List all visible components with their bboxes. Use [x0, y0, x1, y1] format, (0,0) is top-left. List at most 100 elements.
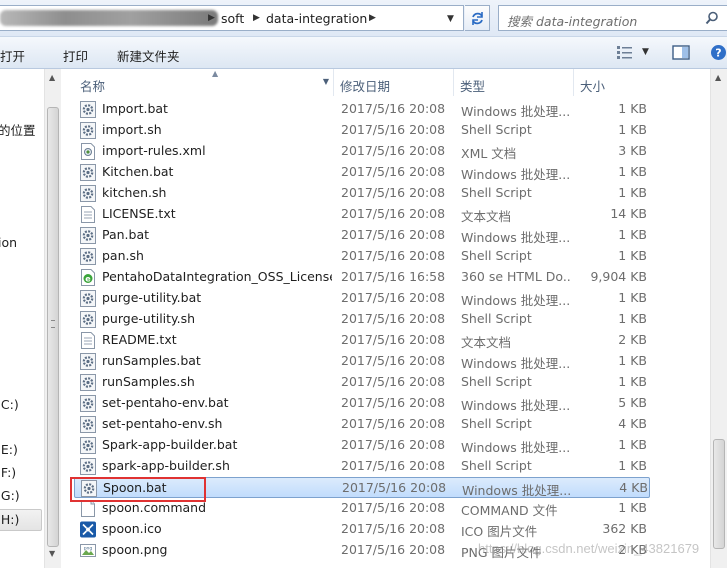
file-date: 2017/5/16 20:08 — [341, 185, 446, 200]
file-date: 2017/5/16 20:08 — [341, 437, 446, 452]
scroll-up-icon[interactable]: ▲ — [715, 73, 721, 82]
column-header-size-label: 大小 — [580, 79, 606, 94]
table-row[interactable]: Kitchen.bat 2017/5/16 20:08 Windows 批处理...… — [74, 162, 650, 183]
breadcrumb-chevron-icon[interactable]: ▶ — [369, 13, 376, 23]
file-type: XML 文档 — [461, 146, 517, 161]
file-type: ICO 图片文件 — [461, 524, 538, 539]
refresh-button[interactable] — [465, 5, 490, 31]
scroll-up-icon[interactable]: ▲ — [49, 73, 55, 82]
column-header-name[interactable]: 名称 ▲ ▼ — [74, 69, 334, 96]
nav-item-drive-h[interactable]: (H:) — [0, 512, 19, 527]
breadcrumb-soft[interactable]: soft — [221, 11, 244, 26]
sh-gear-icon — [80, 185, 96, 202]
nav-item-collection[interactable]: ion — [0, 235, 17, 250]
sh-gear-icon — [80, 458, 96, 475]
file-size: 2 KB — [618, 332, 647, 347]
table-row[interactable]: runSamples.bat 2017/5/16 20:08 Windows 批处理… — [74, 351, 650, 372]
file-list-scroll-thumb[interactable] — [713, 439, 725, 549]
nav-item-drive-f[interactable]: (F:) — [0, 465, 16, 480]
file-type: COMMAND 文件 — [461, 503, 558, 518]
bat-gear-icon — [80, 395, 96, 412]
table-row[interactable]: kitchen.sh 2017/5/16 20:08 Shell Script 1 K… — [74, 183, 650, 204]
address-field[interactable]: ▶ soft ▶ data-integration ▶ ▼ — [0, 5, 464, 31]
nav-scroll-thumb[interactable] — [47, 107, 59, 547]
table-row[interactable]: spoon.ico 2017/5/16 20:08 ICO 图片文件 362 KB — [74, 519, 650, 540]
column-filter-dropdown-icon[interactable]: ▼ — [323, 77, 329, 86]
column-header-size[interactable]: 大小 — [574, 69, 654, 96]
breadcrumb-data-integration[interactable]: data-integration — [266, 11, 367, 26]
table-row[interactable]: spark-app-builder.sh 2017/5/16 20:08 Shell… — [74, 456, 650, 477]
file-name: purge-utility.bat — [102, 290, 202, 305]
file-date: 2017/5/16 20:08 — [341, 164, 446, 179]
table-row[interactable]: import-rules.xml 2017/5/16 20:08 XML 文档 3 K… — [74, 141, 650, 162]
file-date: 2017/5/16 20:08 — [341, 311, 446, 326]
help-icon[interactable]: ? — [710, 44, 727, 61]
scroll-down-icon[interactable]: ▼ — [49, 549, 55, 558]
sort-ascending-icon: ▲ — [212, 69, 219, 78]
file-size: 1 KB — [618, 101, 647, 116]
nav-scrollbar[interactable]: ▲ ▼ — [44, 69, 61, 568]
open-button[interactable]: 打开 — [0, 46, 25, 65]
view-dropdown-icon[interactable]: ▼ — [642, 47, 649, 57]
search-input[interactable]: 搜索 data-integration — [498, 5, 727, 31]
table-row[interactable]: Spark-app-builder.bat 2017/5/16 20:08 Wind… — [74, 435, 650, 456]
file-list-scrollbar[interactable]: ▲ — [710, 69, 727, 568]
file-date: 2017/5/16 20:08 — [341, 395, 446, 410]
table-row[interactable]: set-pentaho-env.sh 2017/5/16 20:08 Shell S… — [74, 414, 650, 435]
file-list: 名称 ▲ ▼ 修改日期 类型 大小 Import.bat 2017/5/16 20… — [62, 69, 710, 568]
print-button[interactable]: 打印 — [63, 46, 88, 65]
file-date: 2017/5/16 20:08 — [341, 227, 446, 242]
view-options-icon[interactable] — [616, 45, 634, 59]
file-type: Shell Script — [461, 248, 532, 263]
file-name: README.txt — [102, 332, 177, 347]
file-date: 2017/5/16 20:08 — [341, 206, 446, 221]
file-type: Windows 批处理... — [461, 167, 571, 182]
table-row[interactable]: e PentahoDataIntegration_OSS_License... 20… — [74, 267, 650, 288]
preview-pane-icon[interactable] — [672, 45, 690, 60]
file-type: 360 se HTML Do... — [461, 269, 571, 284]
file-name: kitchen.sh — [102, 185, 167, 200]
file-type: 文本文档 — [461, 335, 512, 350]
file-type: Windows 批处理... — [461, 398, 571, 413]
column-header-date-label: 修改日期 — [340, 79, 391, 94]
file-size: 1 KB — [618, 311, 647, 326]
column-header-date[interactable]: 修改日期 — [334, 69, 454, 96]
file-name: spoon.command — [102, 500, 207, 515]
file-type: Windows 批处理... — [461, 356, 571, 371]
table-row[interactable]: Pan.bat 2017/5/16 20:08 Windows 批处理... 1 KB — [74, 225, 650, 246]
file-size: 1 KB — [618, 164, 647, 179]
sh-gear-icon — [80, 122, 96, 139]
file-type: Shell Script — [461, 458, 532, 473]
column-header-type[interactable]: 类型 — [454, 69, 574, 96]
file-name: PentahoDataIntegration_OSS_License... — [102, 269, 332, 284]
sh-gear-icon — [80, 416, 96, 433]
table-row[interactable]: runSamples.sh 2017/5/16 20:08 Shell Script… — [74, 372, 650, 393]
file-date: 2017/5/16 20:08 — [341, 458, 446, 473]
table-row[interactable]: Import.bat 2017/5/16 20:08 Windows 批处理... 1… — [74, 99, 650, 120]
new-folder-button[interactable]: 新建文件夹 — [117, 46, 180, 65]
nav-item-locations[interactable]: 的位置 — [0, 120, 36, 139]
address-dropdown-icon[interactable]: ▼ — [447, 14, 454, 24]
file-date: 2017/5/16 20:08 — [341, 290, 446, 305]
png-file-icon: png — [80, 542, 96, 559]
file-name: set-pentaho-env.sh — [102, 416, 223, 431]
table-row[interactable]: purge-utility.sh 2017/5/16 20:08 Shell Scr… — [74, 309, 650, 330]
file-date: 2017/5/16 20:08 — [341, 500, 446, 515]
nav-item-drive-e[interactable]: (E:) — [0, 442, 18, 457]
html-file-icon: e — [80, 269, 96, 286]
table-row[interactable]: pan.sh 2017/5/16 20:08 Shell Script 1 KB — [74, 246, 650, 267]
breadcrumb-chevron-icon[interactable]: ▶ — [253, 13, 260, 23]
table-row[interactable]: purge-utility.bat 2017/5/16 20:08 Windows … — [74, 288, 650, 309]
table-row[interactable]: README.txt 2017/5/16 20:08 文本文档 2 KB — [74, 330, 650, 351]
nav-item-drive-c[interactable]: (C:) — [0, 397, 19, 412]
address-bar: ▶ soft ▶ data-integration ▶ ▼ 搜索 data-in… — [0, 0, 727, 37]
table-row[interactable]: import.sh 2017/5/16 20:08 Shell Script 1 KB — [74, 120, 650, 141]
column-header-name-label: 名称 — [80, 79, 106, 94]
nav-item-drive-g[interactable]: (G:) — [0, 488, 20, 503]
file-size: 1 KB — [618, 248, 647, 263]
sh-gear-icon — [80, 374, 96, 391]
search-icon[interactable] — [705, 11, 719, 25]
table-row[interactable]: set-pentaho-env.bat 2017/5/16 20:08 Window… — [74, 393, 650, 414]
breadcrumb-chevron-icon[interactable]: ▶ — [208, 13, 215, 23]
table-row[interactable]: LICENSE.txt 2017/5/16 20:08 文本文档 14 KB — [74, 204, 650, 225]
